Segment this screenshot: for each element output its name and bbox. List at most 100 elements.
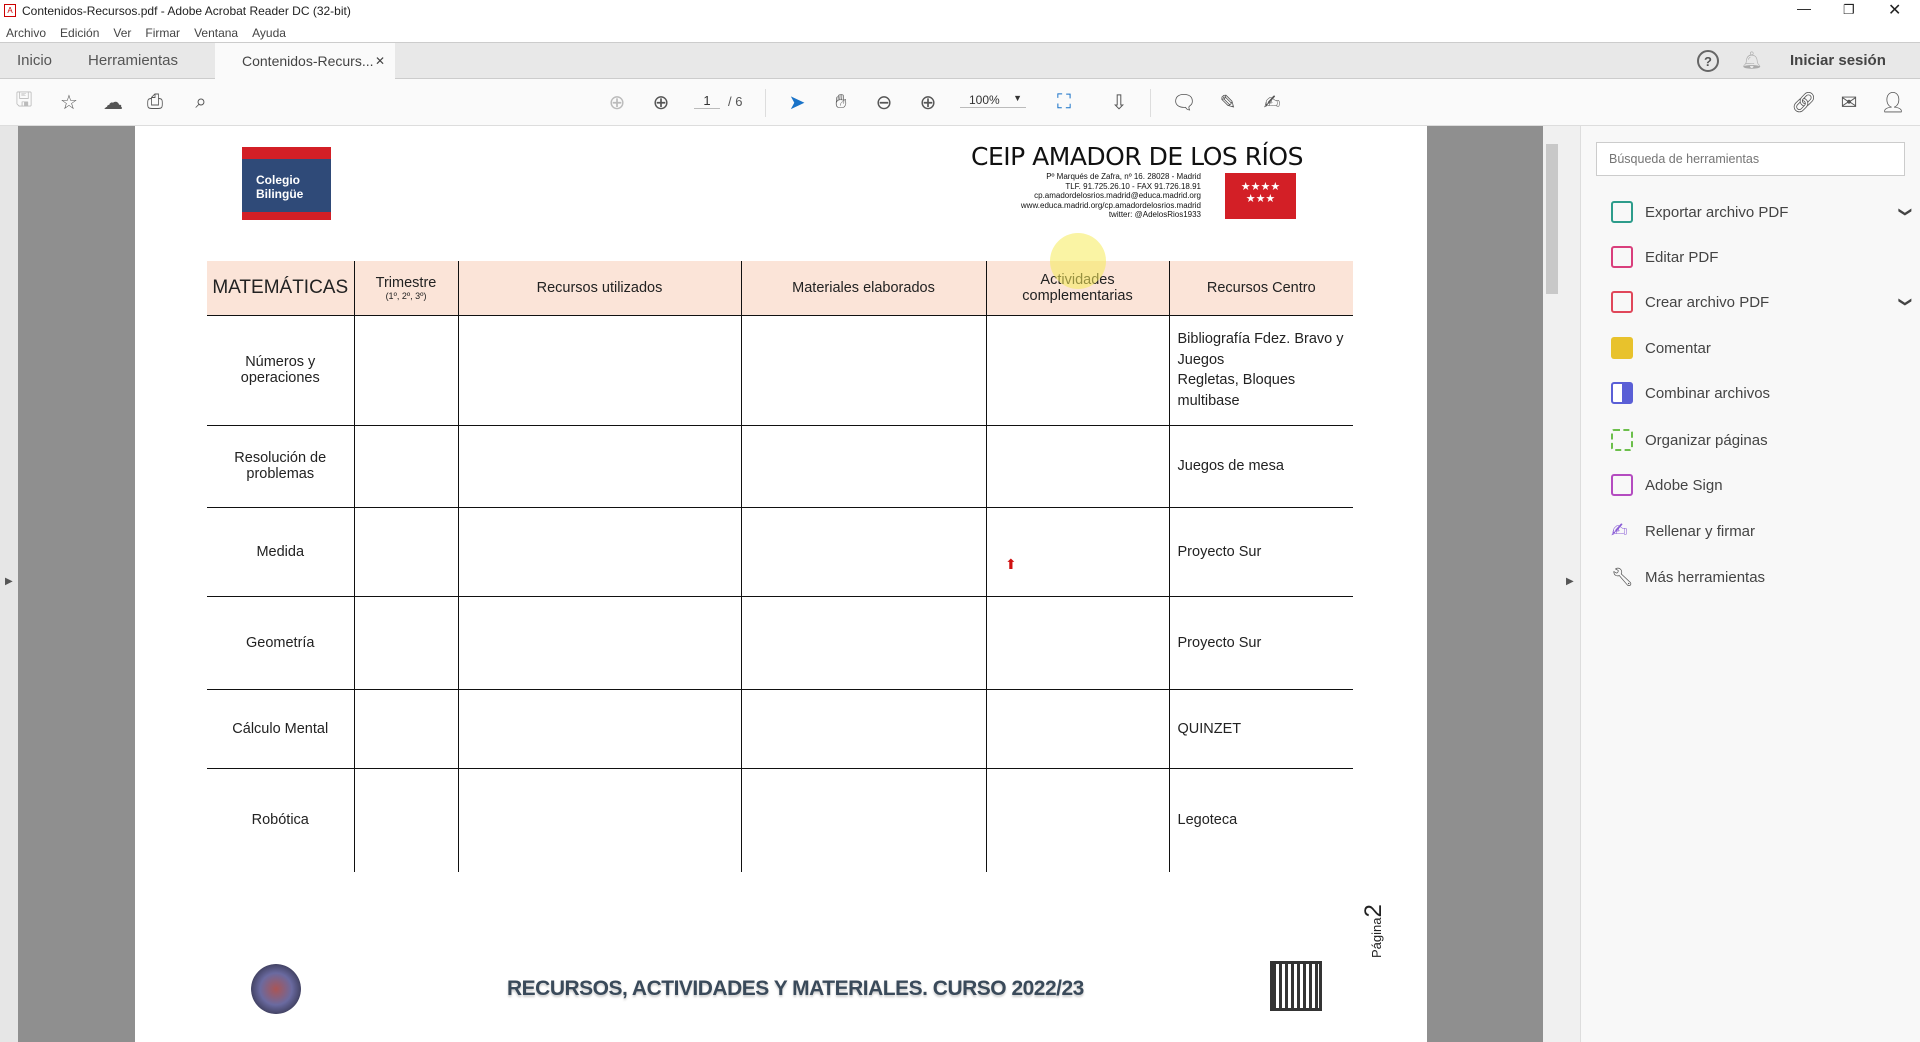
- red-arrow-marker-icon: ⬆: [1005, 556, 1017, 572]
- tool-label: Comentar: [1645, 339, 1711, 357]
- tool-fill-sign[interactable]: ✍︎ Rellenar y firmar: [1611, 516, 1911, 546]
- menu-archivo[interactable]: Archivo: [6, 26, 46, 40]
- tool-create-pdf[interactable]: Crear archivo PDF ❯: [1611, 287, 1914, 317]
- edit-pdf-icon: [1611, 246, 1633, 268]
- cursor-highlight: [1050, 233, 1106, 289]
- table-row: Resolución de problemas Juegos de mesa: [207, 425, 1353, 507]
- tool-comment[interactable]: Comentar: [1611, 333, 1911, 363]
- menu-firmar[interactable]: Firmar: [145, 26, 180, 40]
- fit-page-icon[interactable]: ⛶: [1051, 89, 1077, 115]
- zoom-level: 100%: [969, 93, 1000, 107]
- menu-ayuda[interactable]: Ayuda: [252, 26, 286, 40]
- adobe-sign-icon: [1611, 474, 1633, 496]
- header-materiales: Materiales elaborados: [740, 261, 987, 315]
- row-subject: Números y operaciones: [207, 315, 355, 425]
- toolbar: 🖫 ☆ ☁ ⎙ ⌕ ⊕ ⊕ 1 / 6 ➤ ✋︎ ⊖ ⊕ 100% ▼ ⛶ ⇩ 🗨…: [0, 79, 1920, 126]
- tab-document[interactable]: Contenidos-Recurs... ✕: [215, 43, 395, 79]
- left-panel-toggle[interactable]: ▶: [0, 126, 18, 1042]
- tool-edit-pdf[interactable]: Editar PDF: [1611, 242, 1911, 272]
- select-pointer-icon[interactable]: ➤: [784, 89, 810, 115]
- header-subject: MATEMÁTICAS: [207, 261, 355, 315]
- table-row: Geometría Proyecto Sur: [207, 596, 1353, 689]
- vertical-scrollbar[interactable]: [1543, 126, 1561, 1042]
- email-icon[interactable]: ✉: [1836, 89, 1862, 115]
- help-icon[interactable]: ?: [1697, 50, 1719, 72]
- sign-in-link[interactable]: Iniciar sesión: [1790, 43, 1886, 79]
- scrollbar-thumb[interactable]: [1546, 144, 1558, 294]
- close-window-button[interactable]: ✕: [1888, 0, 1901, 20]
- tool-label: Crear archivo PDF: [1645, 293, 1770, 311]
- organize-pages-icon: [1611, 429, 1633, 451]
- tool-combine-files[interactable]: Combinar archivos: [1611, 378, 1911, 408]
- add-user-icon[interactable]: 👤︎: [1880, 89, 1906, 115]
- address-line: Pº Marqués de Zafra, nº 16. 28028 - Madr…: [1046, 172, 1201, 181]
- highlight-pen-icon[interactable]: ✎: [1215, 89, 1241, 115]
- page-number-input[interactable]: 1: [694, 93, 720, 109]
- chevron-down-icon: ▼: [1013, 93, 1022, 103]
- tool-more-tools[interactable]: 🔧︎ Más herramientas: [1611, 562, 1911, 592]
- header-trimestre: Trimestre (1º, 2º, 3º): [353, 261, 459, 315]
- menu-bar: Archivo Edición Ver Firmar Ventana Ayuda: [0, 22, 1920, 42]
- website-line: www.educa.madrid.org/cp.amadordelosrios.…: [1020, 200, 1201, 210]
- tool-label: Organizar páginas: [1645, 431, 1768, 449]
- row-subject: Medida: [207, 507, 355, 596]
- pdf-page: Colegio Bilingüe CEIP AMADOR DE LOS RÍOS …: [135, 126, 1427, 1042]
- search-zoom-icon[interactable]: ⌕: [188, 89, 214, 115]
- close-tab-icon[interactable]: ✕: [375, 43, 385, 79]
- tool-label: Editar PDF: [1645, 248, 1719, 266]
- tools-search-input[interactable]: [1596, 142, 1905, 176]
- row-subject: Cálculo Mental: [207, 689, 355, 768]
- minimize-button[interactable]: —: [1797, 0, 1811, 16]
- chevron-down-icon[interactable]: ❯: [1898, 297, 1914, 308]
- row-subject: Robótica: [207, 768, 355, 872]
- chevron-down-icon[interactable]: ❯: [1898, 207, 1914, 218]
- menu-edicion[interactable]: Edición: [60, 26, 99, 40]
- school-seal-logo: [251, 964, 301, 1014]
- zoom-in-icon[interactable]: ⊕: [915, 89, 941, 115]
- hand-tool-icon[interactable]: ✋︎: [828, 89, 854, 115]
- comment-icon[interactable]: 🗨︎: [1171, 89, 1197, 115]
- table-row: Cálculo Mental QUINZET: [207, 689, 1353, 768]
- tool-label: Rellenar y firmar: [1645, 522, 1756, 540]
- menu-ventana[interactable]: Ventana: [194, 26, 238, 40]
- restore-button[interactable]: ❐: [1843, 2, 1855, 18]
- table-row: Medida Proyecto Sur: [207, 507, 1353, 596]
- page-number: 2: [1360, 904, 1387, 918]
- share-link-icon[interactable]: 🔗︎: [1791, 89, 1817, 115]
- acrobat-icon: A: [4, 4, 16, 17]
- phone-line: TLF. 91.725.26.10 - FAX 91.726.18.91: [1065, 181, 1201, 191]
- zoom-level-select[interactable]: 100% ▼: [960, 93, 1026, 108]
- window-title: Contenidos-Recursos.pdf - Adobe Acrobat …: [22, 4, 351, 18]
- upload-cloud-icon[interactable]: ☁: [100, 89, 126, 115]
- zoom-out-icon[interactable]: ⊖: [871, 89, 897, 115]
- save-icon[interactable]: 🖫: [11, 89, 37, 115]
- tool-label: Exportar archivo PDF: [1645, 203, 1789, 221]
- notification-bell-icon[interactable]: 🔔︎: [1741, 43, 1763, 79]
- row-resources: Juegos de mesa: [1168, 425, 1353, 507]
- tab-inicio[interactable]: Inicio: [17, 43, 52, 79]
- row-resources: Proyecto Sur: [1168, 507, 1353, 596]
- title-bar: A Contenidos-Recursos.pdf - Adobe Acroba…: [0, 0, 1920, 22]
- tool-export-pdf[interactable]: Exportar archivo PDF ❯: [1611, 197, 1914, 227]
- tab-bar: Inicio Herramientas Contenidos-Recurs...…: [0, 42, 1920, 79]
- header-trimestre-label: Trimestre: [375, 274, 437, 291]
- tool-adobe-sign[interactable]: Adobe Sign: [1611, 470, 1911, 500]
- scroll-mode-icon[interactable]: ⇩: [1106, 89, 1132, 115]
- menu-ver[interactable]: Ver: [113, 26, 131, 40]
- row-resources: Proyecto Sur: [1168, 596, 1353, 689]
- tool-label: Más herramientas: [1645, 568, 1766, 586]
- page-number-label: Página2: [1360, 904, 1388, 958]
- row-subject: Geometría: [207, 596, 355, 689]
- header-recursos-utilizados: Recursos utilizados: [457, 261, 742, 315]
- bookmark-star-icon[interactable]: ☆: [56, 89, 82, 115]
- tool-organize-pages[interactable]: Organizar páginas: [1611, 425, 1911, 455]
- sign-icon[interactable]: ✍︎: [1259, 89, 1285, 115]
- header-recursos-centro: Recursos Centro: [1168, 261, 1353, 315]
- tab-herramientas[interactable]: Herramientas: [88, 43, 178, 79]
- header-trimestre-sub: (1º, 2º, 3º): [385, 290, 427, 301]
- previous-page-icon[interactable]: ⊕: [604, 89, 630, 115]
- combine-files-icon: [1611, 382, 1633, 404]
- right-panel-toggle[interactable]: ▶: [1561, 126, 1580, 1042]
- next-page-icon[interactable]: ⊕: [648, 89, 674, 115]
- print-icon[interactable]: ⎙: [142, 89, 168, 115]
